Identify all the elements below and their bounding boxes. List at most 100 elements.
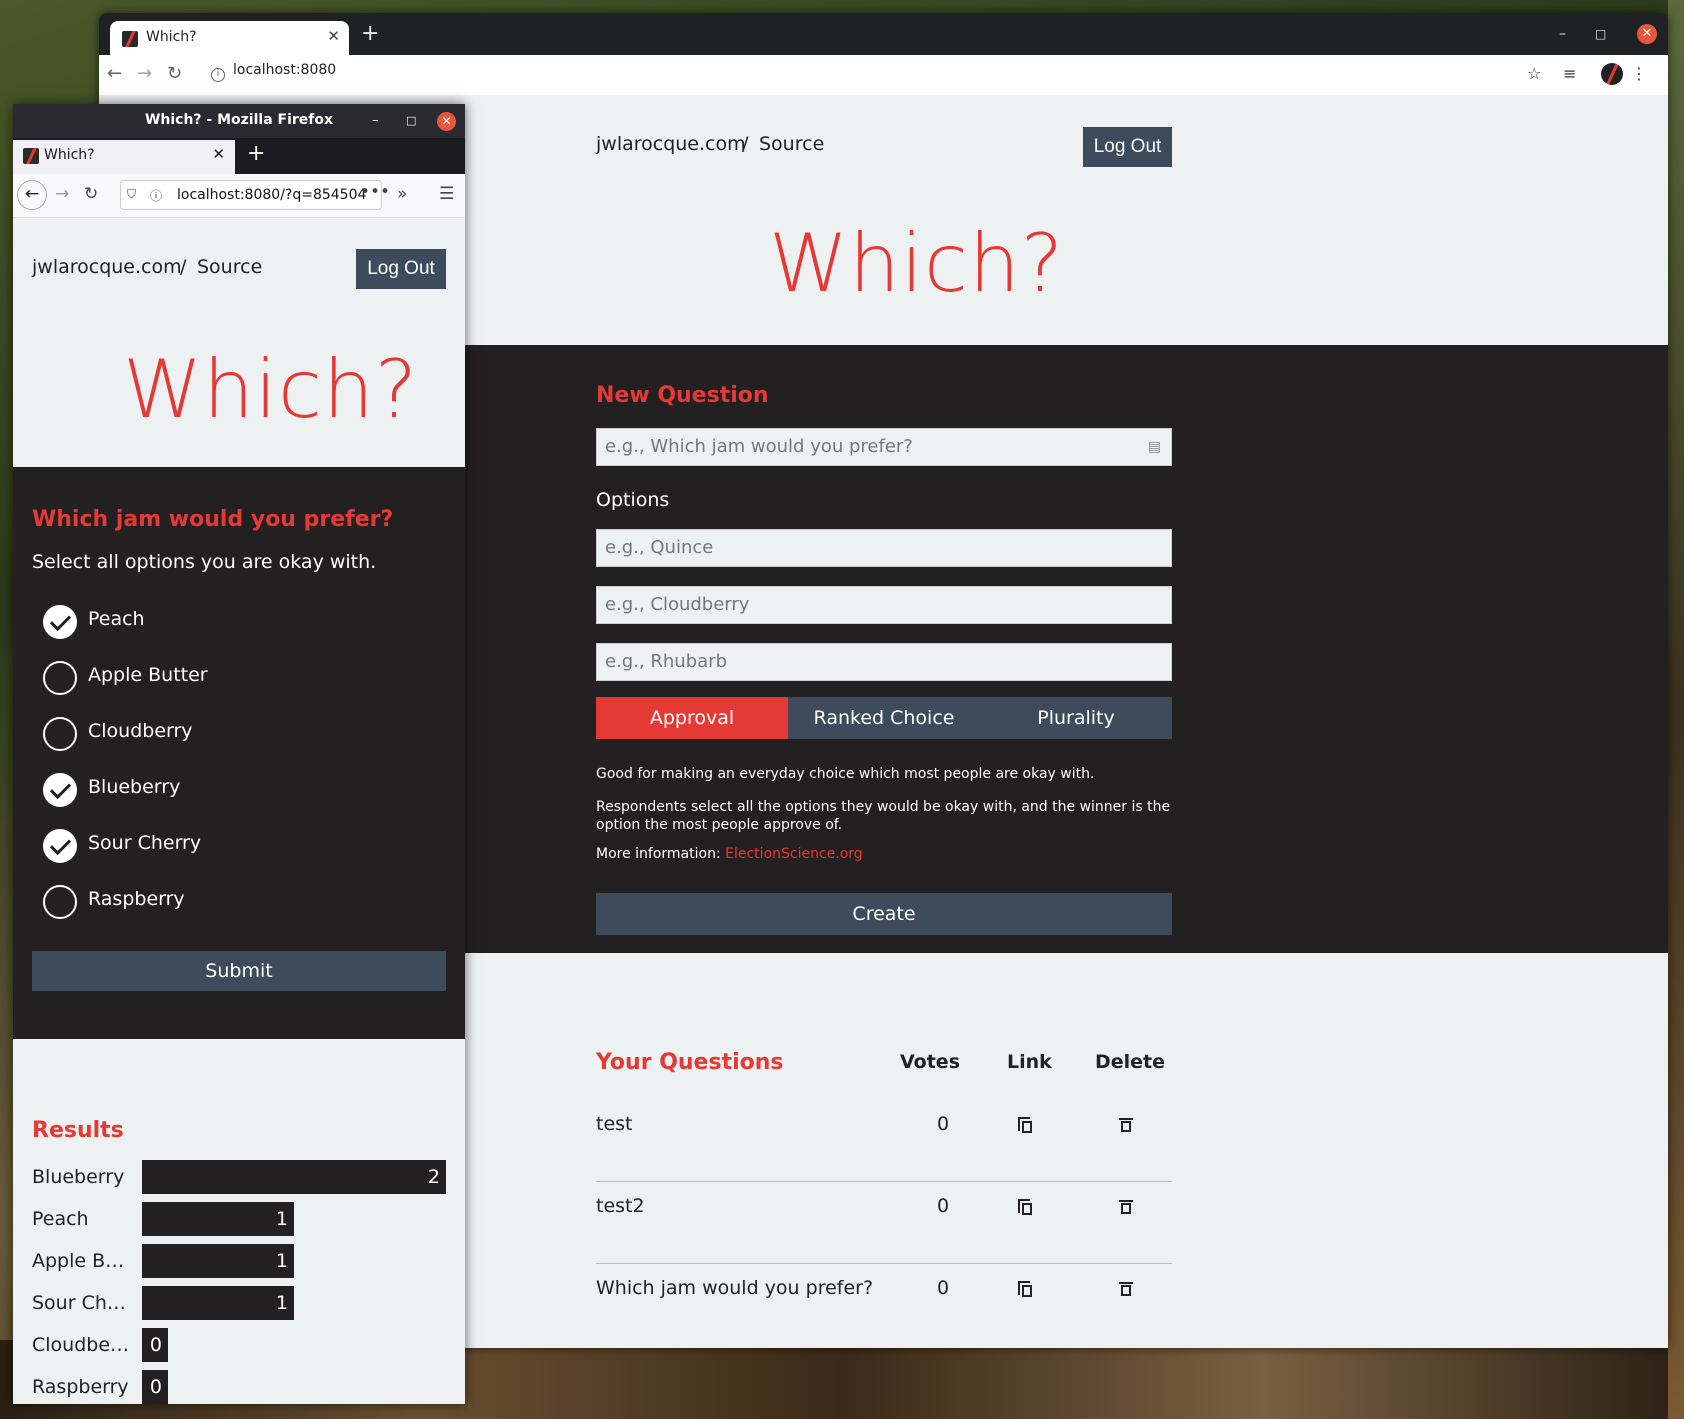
more-info-line: More information: ElectionScience.org [596, 845, 1176, 863]
close-window-icon[interactable]: ✕ [437, 112, 456, 131]
result-value: 1 [275, 1250, 288, 1272]
checkbox-checked[interactable] [43, 829, 77, 863]
media-control-icon[interactable]: ≡ [1563, 64, 1576, 83]
autofill-icon[interactable]: ▤ [1148, 429, 1161, 465]
delete-column-header: Delete [1095, 1051, 1166, 1073]
method-plurality-tab[interactable]: Plurality [980, 697, 1172, 739]
question-row-title[interactable]: test [596, 1113, 633, 1135]
results-heading: Results [32, 1118, 124, 1143]
method-approval-tab[interactable]: Approval [596, 697, 788, 739]
result-bar: 1 [142, 1244, 294, 1278]
url-text: localhost:8080 [233, 62, 337, 78]
result-label: Blueberry [32, 1166, 125, 1188]
result-value: 0 [149, 1334, 162, 1356]
logout-button[interactable]: Log Out [356, 249, 446, 289]
window-title: Which? - Mozilla Firefox [144, 112, 334, 128]
chrome-toolbar: ← → ↻ i localhost:8080 ☆ ≡ ⋮ [99, 55, 1668, 95]
maximize-icon[interactable]: □ [1595, 27, 1606, 41]
site-link[interactable]: jwlarocque.com [32, 256, 182, 278]
address-bar[interactable]: i localhost:8080 [211, 62, 336, 82]
submit-button[interactable]: Submit [32, 951, 446, 991]
result-label: Apple Butter [32, 1250, 132, 1272]
chrome-tab[interactable]: Which? ✕ [110, 21, 349, 55]
source-link[interactable]: Source [197, 256, 262, 278]
result-bar: 1 [142, 1286, 294, 1320]
delete-trash-icon[interactable] [1119, 1281, 1133, 1297]
result-value: 0 [149, 1376, 162, 1398]
checkbox-unchecked[interactable] [43, 885, 77, 919]
reload-icon[interactable]: ↻ [84, 184, 98, 204]
more-info-label: More information: [596, 846, 721, 862]
delete-trash-icon[interactable] [1119, 1117, 1133, 1133]
firefox-title-bar: Which? - Mozilla Firefox – □ ✕ [13, 104, 465, 138]
checkbox-checked[interactable] [43, 773, 77, 807]
breadcrumb-separator: / [180, 256, 187, 278]
create-button[interactable]: Create [596, 893, 1172, 935]
bookmark-star-icon[interactable]: ☆ [1527, 64, 1541, 83]
result-label: Sour Cherry [32, 1292, 132, 1314]
delete-trash-icon[interactable] [1119, 1199, 1133, 1215]
row-divider [596, 1181, 1172, 1182]
logout-button[interactable]: Log Out [1083, 127, 1172, 167]
electionscience-link[interactable]: ElectionScience.org [725, 846, 863, 862]
minimize-icon[interactable]: – [372, 113, 379, 128]
profile-avatar[interactable] [1601, 63, 1623, 85]
app-title: Which? [123, 343, 419, 436]
question-row-title[interactable]: Which jam would you prefer? [596, 1277, 873, 1299]
close-window-icon[interactable]: ✕ [1637, 24, 1657, 44]
back-icon[interactable]: ← [107, 63, 122, 84]
info-icon[interactable]: i [211, 68, 225, 82]
result-label: Cloudberry [32, 1334, 132, 1356]
copy-link-icon[interactable] [1018, 1281, 1032, 1297]
new-tab-icon[interactable]: + [247, 143, 265, 165]
result-bar: 1 [142, 1202, 294, 1236]
forward-icon[interactable]: → [55, 184, 69, 204]
checkbox-unchecked[interactable] [43, 717, 77, 751]
overflow-chevron-icon[interactable]: » [397, 184, 407, 204]
option-input-2[interactable]: e.g., Cloudberry [596, 586, 1172, 624]
minimize-icon[interactable]: – [1559, 26, 1566, 42]
site-link[interactable]: jwlarocque.com [596, 133, 746, 155]
app-title: Which? [769, 217, 1065, 310]
page-actions-icon[interactable]: ••• [360, 182, 390, 202]
ballot-instruction: Select all options you are okay with. [32, 551, 377, 573]
question-input[interactable]: e.g., Which jam would you prefer? ▤ [596, 428, 1172, 466]
close-tab-icon[interactable]: ✕ [327, 27, 340, 45]
new-tab-icon[interactable]: + [361, 23, 379, 45]
menu-kebab-icon[interactable]: ⋮ [1631, 64, 1647, 83]
url-text: localhost:8080/?q=854504 [177, 187, 367, 203]
info-icon[interactable]: ⓘ [150, 187, 162, 204]
checkbox-checked[interactable] [43, 605, 77, 639]
back-icon[interactable]: ← [17, 180, 47, 210]
source-link[interactable]: Source [759, 133, 824, 155]
new-question-heading: New Question [596, 383, 769, 408]
option-label: Blueberry [88, 776, 181, 798]
question-row-votes: 0 [936, 1113, 950, 1135]
result-bar: 2 [142, 1160, 446, 1194]
chrome-tab-bar: Which? ✕ + – □ ✕ [99, 13, 1668, 55]
checkbox-unchecked[interactable] [43, 661, 77, 695]
result-bar: 0 [142, 1328, 168, 1362]
copy-link-icon[interactable] [1018, 1199, 1032, 1215]
method-ranked-choice-tab[interactable]: Ranked Choice [788, 697, 980, 739]
result-label: Raspberry [32, 1376, 129, 1398]
maximize-icon[interactable]: □ [406, 114, 416, 127]
option-label: Apple Butter [88, 664, 208, 686]
forward-icon[interactable]: → [137, 63, 152, 84]
shield-icon[interactable]: ⛉ [127, 187, 136, 202]
question-row-title[interactable]: test2 [596, 1195, 645, 1217]
copy-link-icon[interactable] [1018, 1117, 1032, 1133]
favicon-icon [23, 148, 39, 164]
favicon-icon [122, 31, 138, 47]
result-bar: 0 [142, 1370, 168, 1404]
result-label: Peach [32, 1208, 89, 1230]
option-input-3[interactable]: e.g., Rhubarb [596, 643, 1172, 681]
link-column-header: Link [1007, 1051, 1052, 1073]
option-input-1[interactable]: e.g., Quince [596, 529, 1172, 567]
result-value: 1 [275, 1208, 288, 1230]
hamburger-menu-icon[interactable]: ☰ [439, 184, 454, 204]
tab-title: Which? [44, 147, 95, 163]
reload-icon[interactable]: ↻ [167, 63, 182, 84]
close-tab-icon[interactable]: ✕ [212, 145, 225, 163]
firefox-tab[interactable]: Which? ✕ [13, 140, 235, 174]
